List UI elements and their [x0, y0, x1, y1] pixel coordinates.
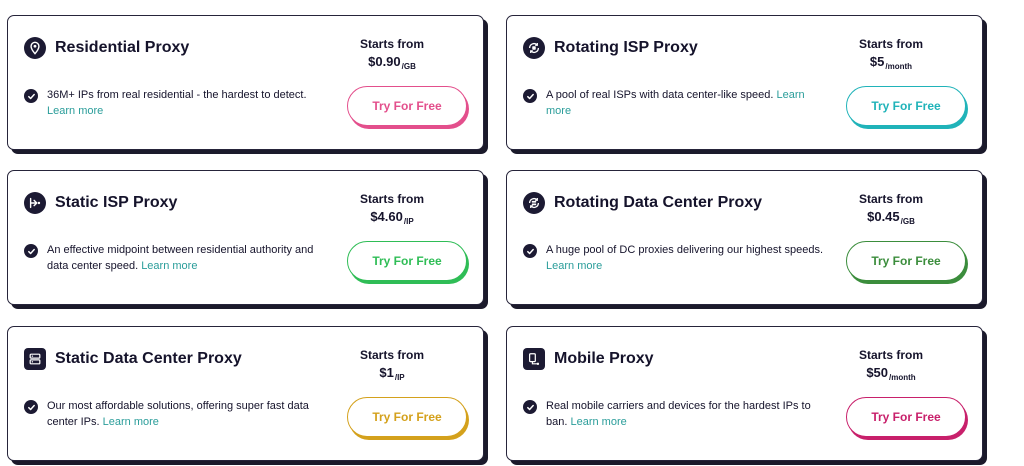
description-text: A huge pool of DC proxies delivering our…: [546, 244, 824, 256]
learn-more-link[interactable]: Learn more: [103, 416, 159, 428]
location-pin-icon: [24, 37, 46, 59]
check-circle-icon: [24, 400, 38, 414]
try-for-free-button[interactable]: Try For Free: [846, 397, 966, 437]
price-value: $5/month: [846, 52, 936, 77]
check-circle-icon: [523, 400, 537, 414]
description-row: A pool of real ISPs with data center-lik…: [523, 87, 823, 119]
proxy-pricing-grid: Residential Proxy Starts from $0.90/GB 3…: [0, 0, 1024, 466]
price-amount: $1: [379, 365, 394, 380]
card-header: Mobile Proxy: [523, 348, 654, 370]
learn-more-link[interactable]: Learn more: [570, 416, 626, 428]
learn-more-link[interactable]: Learn more: [47, 105, 103, 117]
card-description: An effective midpoint between residentia…: [47, 242, 324, 274]
price-block: Starts from $0.90/GB: [347, 37, 437, 77]
card-description: A huge pool of DC proxies delivering our…: [546, 242, 823, 274]
price-label: Starts from: [359, 348, 424, 362]
description-text: A pool of real ISPs with data center-lik…: [546, 89, 774, 101]
price-label: Starts from: [359, 192, 424, 206]
description-row: 36M+ IPs from real residential - the har…: [24, 87, 324, 119]
price-block: Starts from $50/month: [846, 348, 936, 388]
try-for-free-button[interactable]: Try For Free: [347, 241, 467, 281]
price-value: $4.60/IP: [347, 207, 437, 232]
price-unit: /GB: [900, 217, 915, 226]
rotate-cycle-icon: [523, 37, 545, 59]
price-amount: $4.60: [370, 209, 403, 224]
card-residential-proxy: Residential Proxy Starts from $0.90/GB 3…: [7, 15, 484, 150]
network-arrow-icon: [24, 192, 46, 214]
check-circle-icon: [523, 89, 537, 103]
card-description: Real mobile carriers and devices for the…: [546, 398, 823, 430]
price-label: Starts from: [359, 37, 424, 51]
card-rotating-isp-proxy: Rotating ISP Proxy Starts from $5/month …: [506, 15, 983, 150]
price-label: Starts from: [858, 192, 923, 206]
price-label: Starts from: [858, 348, 923, 362]
card-header: Static Data Center Proxy: [24, 348, 242, 370]
card-title: Rotating Data Center Proxy: [554, 194, 763, 211]
price-amount: $0.90: [368, 54, 401, 69]
description-text: 36M+ IPs from real residential - the har…: [47, 89, 307, 101]
try-for-free-button[interactable]: Try For Free: [846, 86, 966, 126]
price-unit: /month: [885, 62, 913, 71]
card-header: Rotating ISP Proxy: [523, 37, 698, 59]
try-for-free-button[interactable]: Try For Free: [347, 397, 467, 437]
card-title: Rotating ISP Proxy: [554, 39, 698, 56]
price-unit: /GB: [401, 62, 416, 71]
card-rotating-data-center-proxy: Rotating Data Center Proxy Starts from $…: [506, 170, 983, 305]
card-title: Residential Proxy: [55, 39, 190, 56]
description-row: Real mobile carriers and devices for the…: [523, 398, 823, 430]
price-amount: $0.45: [867, 209, 900, 224]
description-row: An effective midpoint between residentia…: [24, 242, 324, 274]
server-rack-icon: [24, 348, 46, 370]
price-unit: /month: [889, 373, 916, 382]
learn-more-link[interactable]: Learn more: [546, 260, 602, 272]
price-amount: $50: [866, 365, 889, 380]
learn-more-link[interactable]: Learn more: [141, 260, 197, 272]
try-for-free-button[interactable]: Try For Free: [846, 241, 966, 281]
card-static-isp-proxy: Static ISP Proxy Starts from $4.60/IP An…: [7, 170, 484, 305]
card-title: Static Data Center Proxy: [55, 350, 242, 367]
price-value: $0.90/GB: [347, 52, 437, 77]
description-text: Our most affordable solutions, offering …: [47, 400, 309, 428]
card-header: Rotating Data Center Proxy: [523, 192, 762, 214]
price-value: $1/IP: [347, 363, 437, 388]
card-mobile-proxy: Mobile Proxy Starts from $50/month Real …: [506, 326, 983, 461]
card-title: Static ISP Proxy: [55, 194, 178, 211]
price-unit: /IP: [403, 217, 414, 226]
try-for-free-button[interactable]: Try For Free: [347, 86, 467, 126]
price-block: Starts from $1/IP: [347, 348, 437, 388]
card-description: 36M+ IPs from real residential - the har…: [47, 87, 307, 119]
price-block: Starts from $5/month: [846, 37, 936, 77]
price-unit: /IP: [394, 373, 405, 382]
card-description: Our most affordable solutions, offering …: [47, 398, 324, 430]
price-value: $50/month: [846, 363, 936, 388]
price-label: Starts from: [858, 37, 923, 51]
price-amount: $5: [869, 54, 885, 69]
card-header: Static ISP Proxy: [24, 192, 177, 214]
card-header: Residential Proxy: [24, 37, 189, 59]
card-static-data-center-proxy: Static Data Center Proxy Starts from $1/…: [7, 326, 484, 461]
check-circle-icon: [24, 244, 38, 258]
rotate-server-icon: [523, 192, 545, 214]
check-circle-icon: [523, 244, 537, 258]
price-value: $0.45/GB: [846, 207, 936, 232]
description-row: A huge pool of DC proxies delivering our…: [523, 242, 823, 274]
card-title: Mobile Proxy: [554, 350, 654, 367]
description-row: Our most affordable solutions, offering …: [24, 398, 324, 430]
card-description: A pool of real ISPs with data center-lik…: [546, 87, 823, 119]
price-block: Starts from $4.60/IP: [347, 192, 437, 232]
check-circle-icon: [24, 89, 38, 103]
price-block: Starts from $0.45/GB: [846, 192, 936, 232]
mobile-network-icon: [523, 348, 545, 370]
